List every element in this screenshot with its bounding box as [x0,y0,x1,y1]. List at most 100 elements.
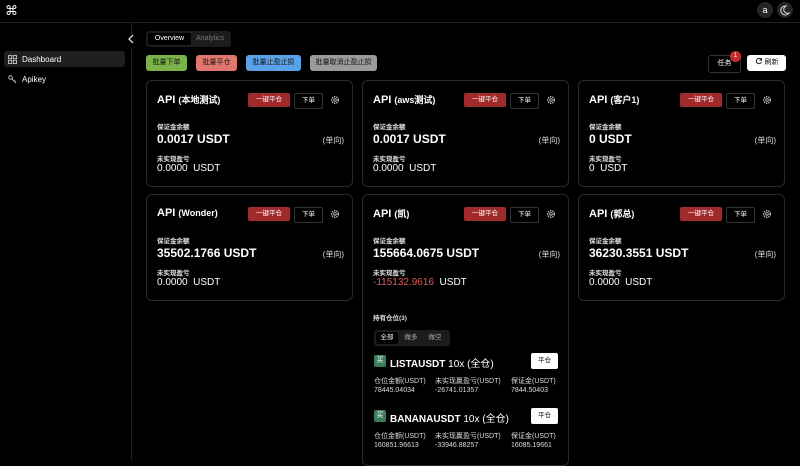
api-card: API (Wonder) 一键平仓 下单 保证金余额 35502.1766 US… [146,194,353,301]
position-pnl: -26741.01357 [435,387,479,394]
position-margin-label: 保证金(USDT) [511,378,556,385]
close-all-button[interactable]: 一键平仓 [680,207,722,221]
sidebar-collapse-button[interactable] [124,34,138,48]
api-card-title: API (Wonder) [157,207,218,219]
api-card: API (郭总) 一键平仓 下单 保证金余额 36230.3551 USDT (… [578,194,785,301]
gear-icon[interactable] [330,95,340,105]
unrealized-pnl-label: 未实现盈亏 [589,270,622,277]
sidebar-item-apikey[interactable]: Apikey [4,71,125,87]
batch-order-button[interactable]: 批量下单 [146,55,187,71]
unrealized-pnl-label: 未实现盈亏 [373,270,406,277]
position-pnl-label: 未实现赢盈亏(USDT) [435,433,501,440]
close-all-button[interactable]: 一键平仓 [680,93,722,107]
position-pnl: -33946.88257 [435,442,479,449]
gear-icon[interactable] [762,209,772,219]
position-margin: 16085.19661 [511,442,552,449]
api-card-title: API (郭总) [589,208,635,220]
api-card: API (本地测试) 一键平仓 下单 保证金余额 0.0017 USDT (单向… [146,80,353,187]
order-button[interactable]: 下单 [294,207,323,223]
margin-balance-value: 36230.3551 USDT [589,246,689,260]
margin-balance-label: 保证金余额 [157,238,190,245]
grid-icon [8,54,18,64]
tasks-count-badge: 1 [730,51,741,62]
top-bar: ⌘ a [0,0,800,22]
margin-balance-label: 保证金余额 [589,238,622,245]
gear-icon[interactable] [762,95,772,105]
position-value: 160851.96613 [374,442,419,449]
api-card: API (aws测试) 一键平仓 下单 保证金余额 0.0017 USDT (单… [362,80,569,187]
margin-balance-label: 保证金余额 [157,124,190,131]
unrealized-pnl-label: 未实现盈亏 [589,156,622,163]
unrealized-pnl: 0.0000 USDT [157,163,221,174]
close-position-button[interactable]: 平仓 [531,353,558,369]
refresh-icon [755,57,762,65]
command-logo-icon: ⌘ [5,3,18,18]
margin-balance-value: 0.0017 USDT [157,132,230,146]
unrealized-pnl: -115132.9616 USDT [373,277,467,288]
unrealized-pnl-label: 未实现盈亏 [157,270,190,277]
filter-short[interactable]: 做空 [424,332,446,344]
theme-toggle-button[interactable] [777,2,793,18]
filter-long[interactable]: 做多 [400,332,422,344]
margin-balance-label: 保证金余额 [589,124,622,131]
order-button[interactable]: 下单 [510,207,539,223]
order-button[interactable]: 下单 [726,207,755,223]
positions-heading: 持有仓位(3) [373,315,407,322]
position-mode: (单向) [322,250,344,259]
close-all-button[interactable]: 一键平仓 [248,207,290,221]
long-side-badge: 买 [374,355,386,367]
avatar[interactable]: a [757,2,773,18]
margin-balance-value: 155664.0675 USDT [373,246,480,260]
moon-icon [780,5,791,16]
sidebar-item-label: Apikey [22,74,47,84]
api-card-title: API (aws测试) [373,94,436,106]
key-icon [8,74,18,84]
gear-icon[interactable] [546,209,556,219]
api-card-title: API (凯) [373,208,410,220]
margin-balance-value: 35502.1766 USDT [157,246,257,260]
refresh-label: 刷新 [764,59,779,66]
order-button[interactable]: 下单 [294,93,323,109]
position-value-label: 仓位金额(USDT) [374,433,426,440]
batch-cancel-tpsl-button[interactable]: 批量取消止盈止损 [310,55,377,71]
sidebar [0,23,132,460]
tab-analytics[interactable]: Analytics [191,33,229,45]
batch-tpsl-button[interactable]: 批量止盈止损 [246,55,301,71]
sidebar-item-dashboard[interactable]: Dashboard [4,51,125,67]
position-value-label: 仓位金额(USDT) [374,378,426,385]
position-mode: (单向) [754,136,776,145]
position-mode: (单向) [322,136,344,145]
api-card-title: API (客户1) [589,94,640,106]
order-button[interactable]: 下单 [510,93,539,109]
position-pnl-label: 未实现赢盈亏(USDT) [435,378,501,385]
position-symbol: LISTAUSDT 10x (全仓) [390,359,494,370]
refresh-button[interactable]: 刷新 [747,55,786,71]
position-mode: (单向) [538,250,560,259]
api-card: API (客户1) 一键平仓 下单 保证金余额 0 USDT (单向) 未实现盈… [578,80,785,187]
close-position-button[interactable]: 平仓 [531,408,558,424]
filter-all[interactable]: 全部 [376,332,398,344]
unrealized-pnl: 0.0000 USDT [589,277,653,288]
close-all-button[interactable]: 一键平仓 [464,207,506,221]
position-value: 78445.04034 [374,387,415,394]
order-button[interactable]: 下单 [726,93,755,109]
position-mode: (单向) [538,136,560,145]
sidebar-item-label: Dashboard [22,54,62,64]
gear-icon[interactable] [330,209,340,219]
position-margin: 7844.50403 [511,387,548,394]
margin-balance-label: 保证金余额 [373,238,406,245]
gear-icon[interactable] [546,95,556,105]
unrealized-pnl-label: 未实现盈亏 [373,156,406,163]
margin-balance-value: 0.0017 USDT [373,132,446,146]
tab-overview[interactable]: Overview [148,33,191,45]
close-all-button[interactable]: 一键平仓 [248,93,290,107]
unrealized-pnl-label: 未实现盈亏 [157,156,190,163]
position-mode: (单向) [754,250,776,259]
close-all-button[interactable]: 一键平仓 [464,93,506,107]
margin-balance-label: 保证金余额 [373,124,406,131]
margin-balance-value: 0 USDT [589,132,632,146]
batch-close-button[interactable]: 批量平仓 [196,55,237,71]
chevron-left-icon [128,34,134,44]
unrealized-pnl: 0.0000 USDT [157,277,221,288]
position-symbol: BANANAUSDT 10x (全仓) [390,414,509,425]
